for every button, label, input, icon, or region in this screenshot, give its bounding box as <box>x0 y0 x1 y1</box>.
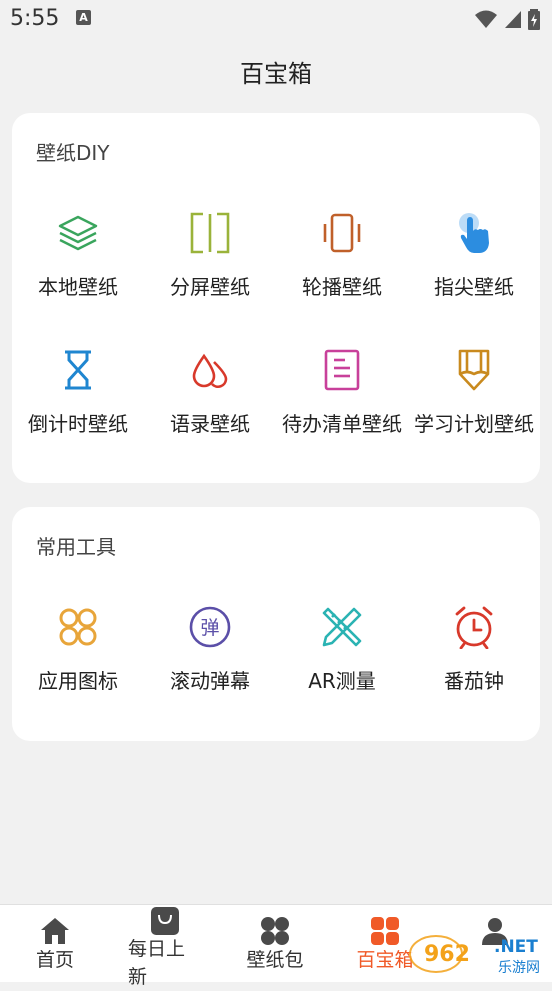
pencil-icon <box>458 349 490 391</box>
item-label: 待办清单壁纸 <box>282 412 402 436</box>
four-dots-icon <box>261 917 289 945</box>
signal-icon <box>505 11 521 28</box>
item-label: 学习计划壁纸 <box>414 412 534 436</box>
item-label: 语录壁纸 <box>170 412 250 436</box>
study-plan-wallpaper-item[interactable]: 学习计划壁纸 <box>408 348 540 468</box>
tab-label: 首页 <box>35 949 74 971</box>
countdown-wallpaper-item[interactable]: 倒计时壁纸 <box>12 348 144 468</box>
status-icons <box>474 8 540 30</box>
ar-measure-item[interactable]: AR测量 <box>276 605 408 725</box>
item-label: 应用图标 <box>38 669 118 693</box>
fingertip-wallpaper-item[interactable]: 指尖壁纸 <box>408 211 540 331</box>
item-label: 本地壁纸 <box>38 275 118 299</box>
local-wallpaper-item[interactable]: 本地壁纸 <box>12 211 144 331</box>
finger-tap-icon <box>459 213 489 253</box>
todo-wallpaper-item[interactable]: 待办清单壁纸 <box>276 348 408 468</box>
tab-label: 壁纸包 <box>246 949 304 971</box>
home-icon <box>41 918 69 944</box>
page-title: 百宝箱 <box>240 60 312 88</box>
item-label: 番茄钟 <box>444 669 504 693</box>
wallpaper-diy-card: 壁纸DIY 本地壁纸 分屏壁纸 轮播壁纸 指尖壁纸 倒计时壁纸 语录壁纸 待办清… <box>12 113 540 483</box>
section-title: 常用工具 <box>36 535 116 559</box>
item-label: 滚动弹幕 <box>170 669 250 693</box>
carousel-icon <box>323 213 361 253</box>
tab-wallpaper-pack[interactable]: 壁纸包 <box>220 905 330 982</box>
tab-home[interactable]: 首页 <box>0 905 110 982</box>
ruler-pencil-icon <box>322 607 362 647</box>
app-grid-icon <box>59 608 97 646</box>
battery-icon <box>528 9 540 30</box>
hourglass-icon <box>65 350 91 390</box>
four-dots-icon <box>371 917 399 945</box>
watermark-sub: 乐游网 <box>498 960 540 976</box>
status-bar: 5:55 A <box>0 0 552 40</box>
common-tools-card: 常用工具 应用图标 弹 滚动弹幕 AR测量 番茄钟 <box>12 507 540 741</box>
wifi-icon <box>475 10 497 28</box>
tab-daily-new[interactable]: 每日上新 <box>110 905 220 988</box>
section-title: 壁纸DIY <box>36 141 110 165</box>
checklist-icon <box>324 349 360 391</box>
tab-label: 每日上新 <box>128 938 186 988</box>
notification-icon: A <box>76 10 91 25</box>
app-icon-item[interactable]: 应用图标 <box>12 605 144 725</box>
carousel-wallpaper-item[interactable]: 轮播壁纸 <box>276 211 408 331</box>
watermark-logo: 962 .NET 乐游网 <box>409 935 540 976</box>
pomodoro-item[interactable]: 番茄钟 <box>408 605 540 725</box>
item-label: 倒计时壁纸 <box>28 412 128 436</box>
danmaku-item[interactable]: 弹 滚动弹幕 <box>144 605 276 725</box>
danmaku-glyph: 弹 <box>200 617 219 639</box>
item-label: 指尖壁纸 <box>434 275 514 299</box>
danmaku-icon: 弹 <box>189 606 231 648</box>
status-time: 5:55 <box>10 6 60 31</box>
item-label: 分屏壁纸 <box>170 275 250 299</box>
split-wallpaper-item[interactable]: 分屏壁纸 <box>144 211 276 331</box>
watermark-number: 962 <box>424 942 470 967</box>
quote-wallpaper-item[interactable]: 语录壁纸 <box>144 348 276 468</box>
split-screen-icon <box>190 212 230 254</box>
item-label: AR测量 <box>308 669 376 693</box>
layers-icon <box>58 215 98 251</box>
drops-icon <box>192 353 228 388</box>
shopping-bag-icon <box>151 907 179 935</box>
watermark-suffix: .NET <box>494 937 538 957</box>
item-label: 轮播壁纸 <box>302 275 382 299</box>
alarm-clock-icon <box>455 606 493 649</box>
